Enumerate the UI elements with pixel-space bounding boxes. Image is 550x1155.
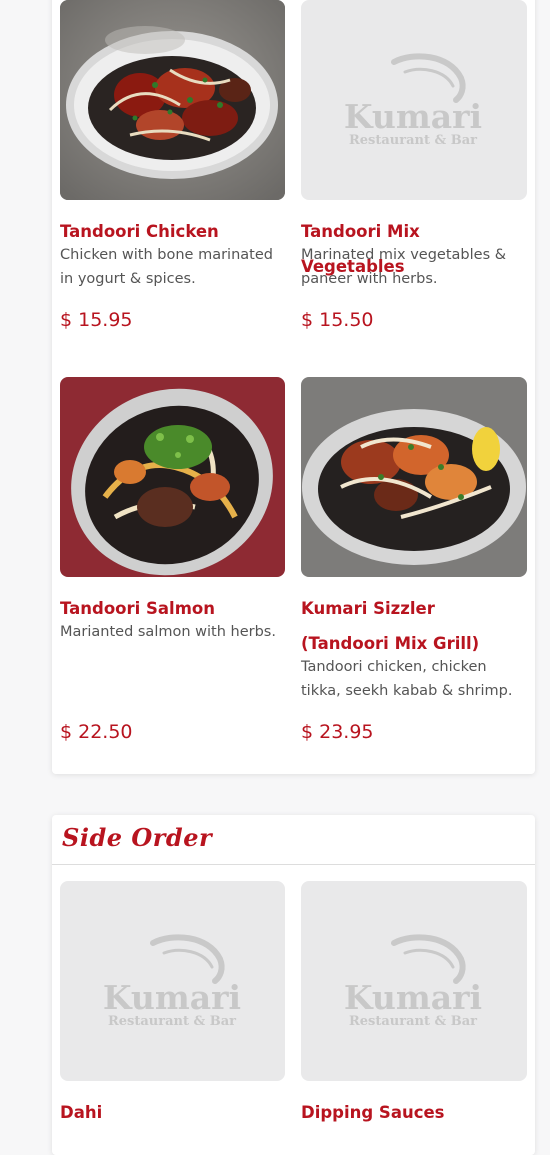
item-price: $ 23.95 xyxy=(301,721,374,743)
side-order-card: Side Order Dahi Dipping Sauces xyxy=(52,815,535,1155)
item-description: Marianted salmon with herbs. xyxy=(60,624,276,640)
item-name: Kumari Sizzler (Tandoori Mix Grill) xyxy=(301,599,480,653)
item-description: Chicken with bone marinated in yogurt & … xyxy=(60,247,273,287)
item-price: $ 15.95 xyxy=(60,309,133,331)
kumari-logo-icon xyxy=(301,881,527,1081)
item-price: $ 22.50 xyxy=(60,721,133,743)
placeholder-logo-image xyxy=(301,0,527,200)
item-price: $ 15.50 xyxy=(301,309,374,331)
item-description: Tandoori chicken, chicken tikka, seekh k… xyxy=(301,659,513,699)
section-header: Side Order xyxy=(52,815,535,865)
placeholder-logo-image xyxy=(301,881,527,1081)
tandoori-salmon-photo xyxy=(60,377,285,577)
kumari-logo-icon xyxy=(301,0,527,200)
mixed-grill-photo xyxy=(301,377,527,577)
item-name: Dahi xyxy=(60,1103,103,1122)
item-description: Marinated mix vegetables & paneer with h… xyxy=(301,247,507,287)
item-name: Dipping Sauces xyxy=(301,1103,445,1122)
tandoori-menu-card: Tandoori Chicken Chicken with bone marin… xyxy=(52,0,535,774)
section-title: Side Order xyxy=(62,823,213,852)
tandoori-chicken-photo xyxy=(60,0,285,200)
placeholder-logo-image xyxy=(60,881,285,1081)
kumari-logo-icon xyxy=(60,881,285,1081)
